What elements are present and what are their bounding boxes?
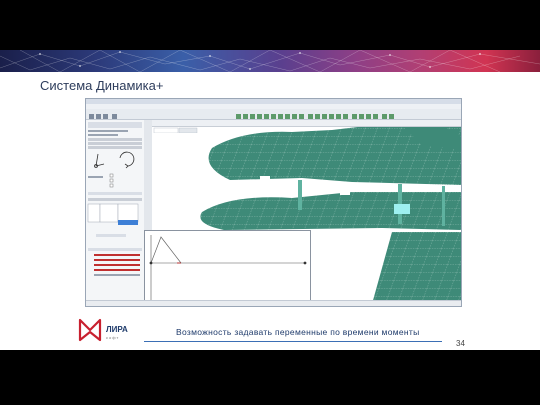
slide-caption: Возможность задавать переменные по време… bbox=[176, 327, 420, 337]
slide-title: Система Динамика+ bbox=[40, 78, 164, 93]
header-banner bbox=[0, 50, 540, 72]
moment-icon bbox=[119, 151, 135, 169]
network-lines-decoration bbox=[0, 50, 540, 72]
viewport-tabs[interactable] bbox=[152, 120, 461, 134]
selected-element[interactable] bbox=[394, 204, 410, 214]
node-load-icon bbox=[94, 153, 105, 168]
properties-panel[interactable] bbox=[86, 120, 145, 304]
app-toolbar[interactable] bbox=[86, 109, 461, 120]
logo-subtitle: софт bbox=[106, 335, 120, 340]
app-screenshot bbox=[85, 98, 462, 307]
slide: Система Динамика+ ЛИРА софт Возможность … bbox=[0, 0, 540, 405]
lira-logo-mark bbox=[78, 318, 102, 342]
lira-logo bbox=[78, 318, 102, 349]
page-number: 34 bbox=[456, 339, 465, 348]
load-time-plot bbox=[149, 235, 307, 302]
app-status-bar bbox=[86, 300, 461, 306]
caption-underline bbox=[144, 341, 442, 342]
time-function-graph[interactable] bbox=[144, 230, 311, 304]
logo-name: ЛИРА bbox=[106, 325, 128, 334]
